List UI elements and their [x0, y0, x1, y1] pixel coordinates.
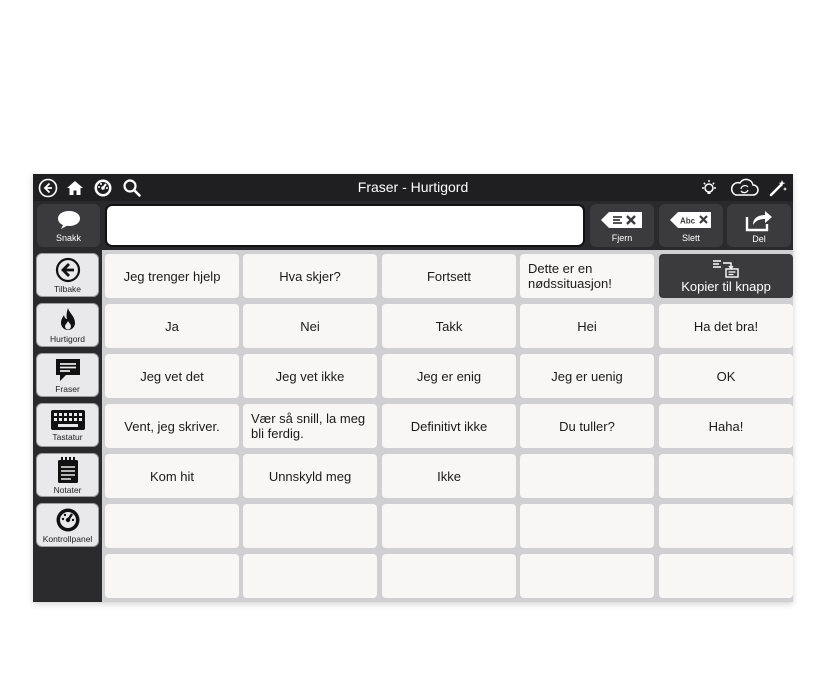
clear-button-label: Fjern — [611, 232, 633, 243]
sidebar-item-kontrollpanel[interactable]: Kontrollpanel — [36, 503, 99, 547]
share-icon — [745, 210, 772, 231]
empty-cell[interactable] — [382, 554, 516, 598]
phrase-cell[interactable]: Du tuller? — [520, 404, 654, 448]
message-bar: Snakk Fjern Abc Slett Del — [33, 201, 793, 250]
sidebar-item-label: Kontrollpanel — [42, 533, 93, 544]
sidebar-item-label: Notater — [53, 484, 82, 495]
dashboard-icon — [56, 508, 79, 531]
title-bar: Fraser - Hurtigord — [33, 174, 793, 201]
sidebar-item-fraser[interactable]: Fraser — [36, 353, 99, 397]
svg-text:Abc: Abc — [680, 216, 696, 225]
sidebar-item-label: Tastatur — [52, 431, 83, 442]
notepad-icon — [57, 456, 78, 483]
copy-to-button-label: Kopier til knapp — [681, 279, 771, 294]
clear-text-icon — [601, 211, 642, 228]
phrase-cell[interactable]: Hva skjer? — [243, 254, 377, 298]
sidebar-item-label: Hurtigord — [50, 333, 85, 344]
phrase-cell[interactable]: Vær så snill, la meg bli ferdig. — [243, 404, 377, 448]
magic-wand-icon[interactable] — [767, 177, 789, 199]
sidebar-item-label: Tilbake — [53, 283, 82, 294]
sidebar-item-label: Fraser — [55, 383, 80, 394]
delete-button-label: Slett — [681, 232, 700, 243]
phrase-cell[interactable]: Jeg trenger hjelp — [105, 254, 239, 298]
phrase-cell[interactable]: Fortsett — [382, 254, 516, 298]
phrase-cell[interactable]: Takk — [382, 304, 516, 348]
speak-button-label: Snakk — [55, 232, 81, 243]
sidebar-item-tilbake[interactable]: Tilbake — [36, 253, 99, 297]
share-button[interactable]: Del — [727, 204, 791, 247]
clear-button[interactable]: Fjern — [590, 204, 654, 247]
empty-cell[interactable] — [659, 554, 793, 598]
back-arrow-icon — [55, 257, 80, 282]
empty-cell[interactable] — [243, 504, 377, 548]
phrase-cell[interactable]: Definitivt ikke — [382, 404, 516, 448]
sidebar: Tilbake Hurtigord Fraser Tastatur Notate… — [33, 250, 102, 602]
phrase-cell[interactable]: Jeg vet det — [105, 354, 239, 398]
copy-to-button[interactable]: Kopier til knapp — [659, 254, 793, 298]
phrase-cell[interactable]: Jeg er uenig — [520, 354, 654, 398]
page-title: Fraser - Hurtigord — [357, 179, 469, 195]
empty-cell[interactable] — [520, 454, 654, 498]
lightbulb-icon[interactable] — [698, 177, 720, 199]
empty-cell[interactable] — [659, 454, 793, 498]
phrase-cell[interactable]: Dette er en nødssituasjon! — [520, 254, 654, 298]
speak-button[interactable]: Snakk — [37, 204, 100, 247]
sidebar-item-hurtigord[interactable]: Hurtigord — [36, 303, 99, 347]
phrase-cell[interactable]: Kom hit — [105, 454, 239, 498]
sidebar-item-notater[interactable]: Notater — [36, 453, 99, 497]
copy-to-button-icon — [713, 260, 739, 278]
phrase-cell[interactable]: OK — [659, 354, 793, 398]
empty-cell[interactable] — [659, 504, 793, 548]
speech-bubble-icon — [57, 210, 80, 229]
phrase-cell[interactable]: Vent, jeg skriver. — [105, 404, 239, 448]
empty-cell[interactable] — [382, 504, 516, 548]
phrase-cell[interactable]: Jeg er enig — [382, 354, 516, 398]
sidebar-item-tastatur[interactable]: Tastatur — [36, 403, 99, 447]
phrase-cell[interactable]: Jeg vet ikke — [243, 354, 377, 398]
cloud-sync-icon[interactable] — [727, 177, 761, 199]
phrase-cell[interactable]: Hei — [520, 304, 654, 348]
delete-word-icon: Abc — [670, 211, 711, 228]
empty-cell[interactable] — [243, 554, 377, 598]
empty-cell[interactable] — [520, 504, 654, 548]
app-window: Fraser - Hurtigord Snakk Fjern Abc Slett… — [33, 174, 793, 602]
phrase-cell[interactable]: Nei — [243, 304, 377, 348]
message-input[interactable] — [105, 204, 585, 247]
phrase-cell[interactable]: Ikke — [382, 454, 516, 498]
phrase-cell[interactable]: Haha! — [659, 404, 793, 448]
phrase-cell[interactable]: Unnskyld meg — [243, 454, 377, 498]
share-button-label: Del — [752, 233, 766, 244]
delete-button[interactable]: Abc Slett — [659, 204, 723, 247]
fire-icon — [60, 307, 75, 330]
phrase-cell[interactable]: Ja — [105, 304, 239, 348]
empty-cell[interactable] — [105, 504, 239, 548]
empty-cell[interactable] — [105, 554, 239, 598]
keyboard-icon — [50, 409, 85, 430]
empty-cell[interactable] — [520, 554, 654, 598]
phrase-grid: Jeg trenger hjelp Hva skjer? Fortsett De… — [103, 251, 793, 602]
speech-bubble-icon — [55, 358, 80, 381]
phrase-cell[interactable]: Ha det bra! — [659, 304, 793, 348]
